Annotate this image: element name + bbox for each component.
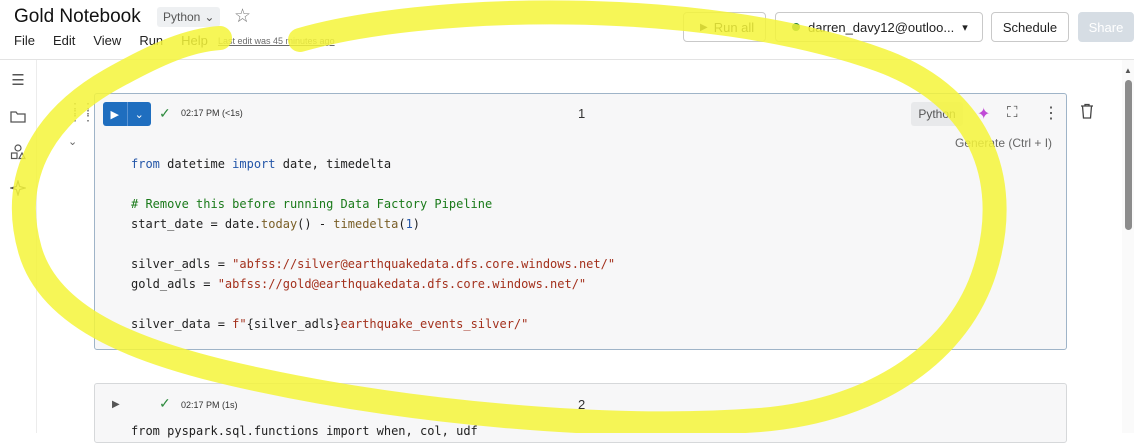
- run-all-button[interactable]: ▶ Run all: [683, 12, 766, 42]
- menu-view[interactable]: View: [93, 33, 121, 48]
- schedule-button[interactable]: Schedule: [991, 12, 1069, 42]
- play-icon[interactable]: ▶: [112, 399, 120, 410]
- trash-icon[interactable]: [1080, 103, 1094, 124]
- notebook-title[interactable]: Gold Notebook: [14, 6, 141, 28]
- language-label: Python: [163, 10, 201, 24]
- star-icon[interactable]: ☆: [234, 5, 251, 28]
- code-line: gold_adls = "abfss://gold@earthquakedata…: [131, 277, 587, 291]
- success-check-icon: ✓: [159, 395, 171, 411]
- success-check-icon: ✓: [159, 105, 171, 121]
- code-comment: # Remove this before running Data Factor…: [131, 197, 493, 211]
- chevron-down-icon: ⌄: [204, 10, 215, 24]
- code-line[interactable]: from pyspark.sql.functions import when, …: [131, 424, 478, 438]
- assistant-sparkle-icon[interactable]: [9, 179, 27, 197]
- cell-language-badge[interactable]: Python: [911, 102, 963, 126]
- cell-number: 1: [578, 106, 586, 121]
- cell-number: 2: [578, 397, 586, 412]
- language-selector[interactable]: Python ⌄: [157, 7, 221, 27]
- status-dot-icon: [792, 23, 800, 31]
- shapes-icon[interactable]: [9, 143, 27, 161]
- code-cell-2[interactable]: ▶ ✓ 02:17 PM (1s) 2 from pyspark.sql.fun…: [94, 383, 1067, 443]
- chevron-down-icon[interactable]: ⌄: [128, 102, 152, 126]
- code-line: silver_data = f"{silver_adls}earthquake_…: [131, 317, 529, 331]
- play-icon: ▶: [700, 21, 708, 33]
- expand-icon[interactable]: ⛶: [1007, 104, 1018, 121]
- run-all-label: Run all: [713, 19, 755, 35]
- code-editor[interactable]: from datetime import date, timedelta # R…: [131, 154, 615, 334]
- folder-icon[interactable]: [9, 107, 27, 125]
- execution-time: 02:17 PM (1s): [181, 400, 238, 410]
- execution-time: 02:17 PM (<1s): [181, 108, 243, 118]
- code-line: silver_adls = "abfss://silver@earthquake…: [131, 257, 616, 271]
- menu-edit[interactable]: Edit: [53, 33, 75, 48]
- menu-run[interactable]: Run: [139, 33, 163, 48]
- compute-user-selector[interactable]: darren_davy12@outloo... ▾: [775, 12, 983, 42]
- scrollbar-thumb[interactable]: [1125, 80, 1132, 230]
- menu-bar: File Edit View Run Help: [14, 33, 226, 48]
- play-icon[interactable]: ▶: [103, 102, 128, 126]
- code-line: from datetime import date, timedelta: [131, 157, 392, 171]
- scroll-up-icon[interactable]: ▲: [1124, 66, 1132, 75]
- menu-help[interactable]: Help: [181, 33, 208, 48]
- assistant-sparkle-icon[interactable]: ✦: [977, 104, 990, 124]
- table-of-contents-icon[interactable]: ☰: [9, 71, 27, 89]
- chevron-down-icon[interactable]: ⌄: [68, 135, 77, 148]
- user-label: darren_davy12@outloo...: [808, 19, 955, 35]
- code-line: start_date = date.today() - timedelta(1): [131, 217, 421, 231]
- last-edit-link[interactable]: Last edit was 45 minutes ago: [218, 36, 335, 46]
- rail-divider: [36, 60, 37, 433]
- generate-hint[interactable]: Generate (Ctrl + I): [955, 136, 1052, 150]
- more-options-icon[interactable]: ⋮: [1043, 103, 1059, 123]
- code-cell-1[interactable]: ▶ ⌄ ✓ 02:17 PM (<1s) 1 Python ✦ ⛶ ⋮ Gene…: [94, 93, 1067, 350]
- menu-file[interactable]: File: [14, 33, 35, 48]
- header-divider: [0, 59, 1134, 60]
- chevron-down-icon: ▾: [962, 21, 968, 34]
- run-cell-button[interactable]: ▶ ⌄: [103, 102, 151, 126]
- keyword-import: import: [232, 157, 276, 171]
- keyword-from: from: [131, 157, 160, 171]
- share-button[interactable]: Share: [1078, 12, 1134, 42]
- drag-handle-icon[interactable]: ⋮⋮ ⋮⋮: [68, 101, 95, 122]
